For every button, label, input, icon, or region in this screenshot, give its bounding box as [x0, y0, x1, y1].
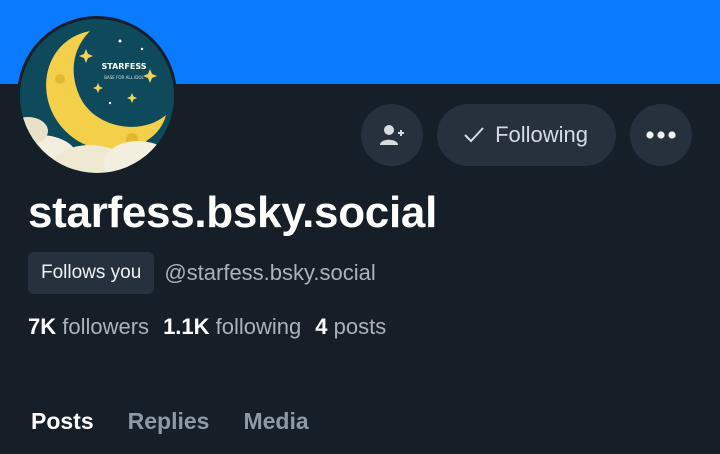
following-stat[interactable]: 1.1K following — [163, 314, 301, 340]
posts-stat: 4 posts — [315, 314, 386, 340]
more-options-button[interactable] — [630, 104, 692, 166]
profile-handle: @starfess.bsky.social — [164, 260, 376, 285]
following-button[interactable]: Following — [437, 104, 616, 166]
posts-label: posts — [333, 314, 387, 339]
profile-actions: Following — [361, 104, 692, 166]
follows-you-badge: Follows you — [28, 252, 155, 294]
avatar-tagline: BASE FOR ALL IDOL — [104, 75, 144, 80]
tab-replies[interactable]: Replies — [128, 408, 210, 435]
checkmark-icon — [464, 127, 484, 143]
profile-meta: Follows you @starfess.bsky.social — [28, 252, 376, 294]
following-label: following — [215, 314, 302, 339]
display-name: starfess.bsky.social — [28, 188, 437, 237]
add-to-list-button[interactable] — [361, 104, 424, 166]
following-count: 1.1K — [163, 314, 210, 339]
avatar[interactable]: STARFESS BASE FOR ALL IDOL — [17, 16, 177, 176]
ellipsis-icon — [646, 131, 676, 139]
following-button-label: Following — [495, 122, 588, 147]
followers-stat[interactable]: 7K followers — [28, 314, 149, 340]
followers-label: followers — [62, 314, 150, 339]
tab-media[interactable]: Media — [243, 408, 308, 435]
person-plus-icon — [380, 125, 405, 145]
profile-tabs: Posts Replies Media — [31, 408, 309, 435]
followers-count: 7K — [28, 314, 57, 339]
profile-stats: 7K followers 1.1K following 4 posts — [28, 314, 386, 340]
posts-count: 4 — [315, 314, 328, 339]
avatar-brand-text: STARFESS — [101, 62, 146, 71]
tab-posts[interactable]: Posts — [31, 408, 94, 435]
avatar-image: STARFESS BASE FOR ALL IDOL — [20, 19, 174, 173]
